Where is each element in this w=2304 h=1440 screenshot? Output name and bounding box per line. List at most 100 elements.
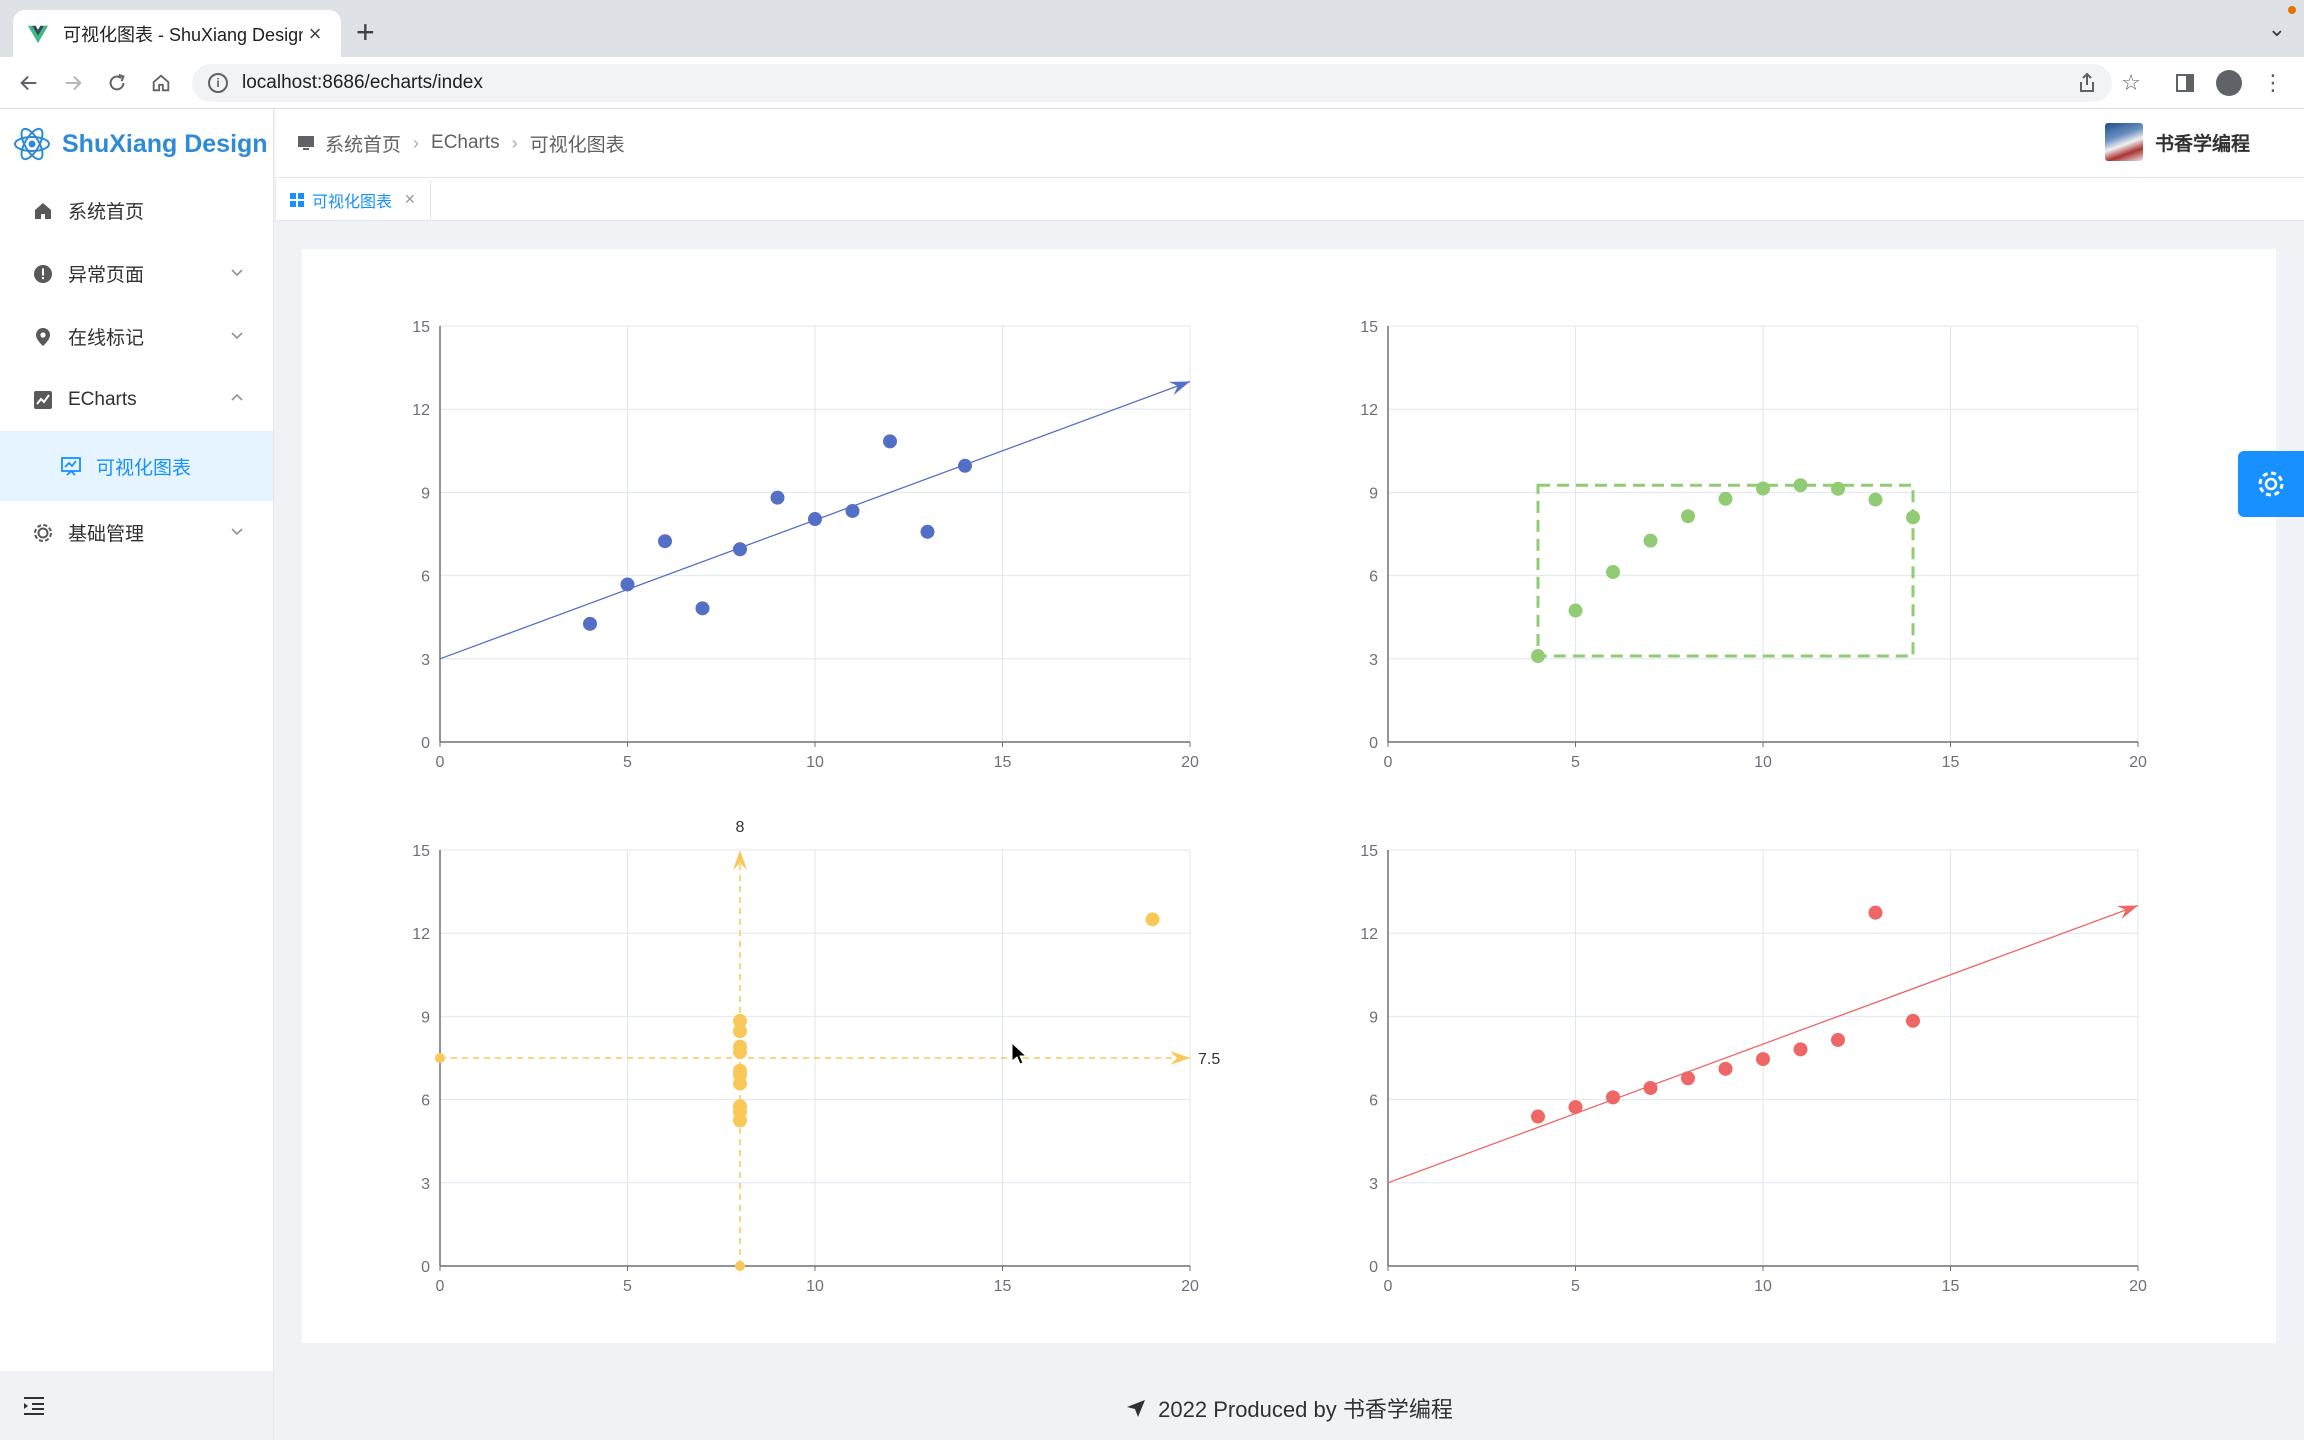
sidebar-item-label: 基础管理 — [68, 524, 145, 545]
monitor-icon — [298, 136, 314, 150]
gear-icon — [32, 522, 54, 544]
y-tick-label: 15 — [412, 843, 430, 860]
tags-bar: 可视化图表 ✕ — [275, 177, 2304, 221]
page-footer: 2022 Produced by 书香学编程 — [275, 1375, 2304, 1440]
x-tick-label: 20 — [1181, 1278, 1199, 1295]
sidebar-item-online-marker[interactable]: 在线标记 — [0, 305, 273, 368]
tab-close-icon[interactable]: × — [303, 21, 327, 47]
settings-button[interactable] — [2238, 451, 2304, 517]
y-tick-label: 0 — [1369, 735, 1378, 752]
browser-tab-title: 可视化图表 - ShuXiang Design — [63, 24, 303, 45]
send-icon — [1127, 1399, 1146, 1417]
breadcrumb-separator-icon: › — [511, 132, 518, 153]
y-tick-label: 3 — [1369, 652, 1378, 669]
logo[interactable]: ShuXiang Design — [0, 109, 273, 179]
scatter-point — [1906, 1013, 1920, 1028]
x-tick-label: 15 — [994, 754, 1012, 771]
sidebar-item-label: 可视化图表 — [96, 457, 192, 479]
breadcrumb-item-current: 可视化图表 — [529, 134, 625, 156]
side-panel-icon[interactable] — [2168, 66, 2202, 100]
new-tab-icon[interactable]: + — [356, 14, 375, 50]
y-tick-label: 6 — [421, 569, 430, 586]
browser-menu-icon[interactable]: ⋮ — [2256, 66, 2290, 100]
browser-tab[interactable]: 可视化图表 - ShuXiang Design × — [13, 10, 341, 57]
charts-panel: 0 3 6 9 12 15 0 5 10 15 20 0 3 6 9 12 15 0 5 10 15 20 0 3 6 9 12 15… — [302, 249, 2276, 1343]
scatter-point — [1718, 491, 1733, 506]
close-icon[interactable]: ✕ — [404, 191, 416, 208]
menu-fold-icon — [24, 1396, 44, 1415]
y-tick-label: 12 — [412, 926, 430, 943]
back-arrow-icon[interactable] — [12, 66, 46, 100]
scatter-point — [1568, 1100, 1583, 1115]
app-header: 系统首页 › ECharts › 可视化图表 书香学编程 — [275, 109, 2304, 177]
tab-search-chevron-icon[interactable]: ⌄ — [2268, 16, 2286, 42]
y-tick-label: 6 — [1369, 569, 1378, 586]
collapse-sidebar-button[interactable] — [0, 1371, 273, 1440]
share-icon[interactable] — [2070, 66, 2104, 100]
scatter-point — [583, 616, 597, 631]
bookmark-star-icon[interactable]: ☆ — [2114, 66, 2148, 100]
scatter-point — [1145, 912, 1160, 927]
y-tick-label: 9 — [421, 1009, 430, 1026]
atom-logo-icon — [14, 127, 50, 161]
scatter-point — [1606, 564, 1620, 579]
scatter-point — [1531, 1109, 1545, 1124]
reload-icon[interactable] — [100, 66, 134, 100]
site-info-icon[interactable]: i — [208, 73, 228, 93]
scatter-point — [733, 1039, 747, 1054]
mark-line-start — [735, 1261, 745, 1271]
scatter-chart-4: 0 3 6 9 12 15 0 5 10 15 20 — [1360, 843, 2147, 1295]
y-tick-label: 9 — [1369, 485, 1378, 502]
scatter-chart-1: 0 3 6 9 12 15 0 5 10 15 20 — [412, 319, 1199, 771]
forward-arrow-icon[interactable] — [56, 66, 90, 100]
scatter-point — [958, 458, 972, 473]
x-tick-label: 20 — [2129, 754, 2147, 771]
presentation-icon — [60, 455, 82, 477]
x-tick-label: 5 — [1571, 1278, 1580, 1295]
scatter-point — [1568, 603, 1583, 618]
mark-line-label: 8 — [736, 819, 745, 836]
exclamation-icon — [32, 263, 54, 285]
scatter-point — [883, 434, 897, 449]
sidebar-item-visual-charts[interactable]: 可视化图表 — [0, 431, 273, 501]
scatter-point — [1756, 481, 1770, 496]
location-pin-icon — [32, 326, 54, 348]
breadcrumb-item[interactable]: ECharts — [431, 132, 500, 154]
y-tick-label: 12 — [1360, 926, 1378, 943]
user-menu[interactable]: 书香学编程 — [2104, 123, 2250, 161]
chevron-down-icon — [231, 332, 243, 340]
profile-icon[interactable] — [2212, 66, 2246, 100]
scatter-point — [733, 1104, 747, 1119]
x-tick-label: 0 — [436, 754, 445, 771]
scatter-point — [695, 601, 710, 616]
scatter-point — [920, 524, 935, 539]
scatter-point — [1831, 481, 1845, 496]
scatter-point — [1531, 649, 1545, 664]
scatter-point — [1868, 905, 1883, 920]
footer-text: 2022 Produced by 书香学编程 — [1158, 1396, 1453, 1422]
breadcrumb: 系统首页 › ECharts › 可视化图表 — [297, 130, 625, 157]
x-tick-label: 10 — [806, 754, 824, 771]
sidebar-item-error-pages[interactable]: 异常页面 — [0, 242, 273, 305]
logo-text: ShuXiang Design — [62, 129, 268, 158]
tag-visual-charts[interactable]: 可视化图表 ✕ — [275, 180, 431, 219]
scatter-point — [1606, 1090, 1620, 1105]
chevron-up-icon — [231, 393, 243, 401]
scatter-point — [1643, 1080, 1658, 1095]
chevron-down-icon — [231, 269, 243, 277]
scatter-point — [808, 512, 822, 527]
scatter-point — [1643, 533, 1658, 548]
breadcrumb-item[interactable]: 系统首页 — [325, 130, 401, 157]
x-tick-label: 20 — [2129, 1278, 2147, 1295]
avatar[interactable] — [2104, 123, 2143, 161]
mark-area — [1536, 483, 1915, 658]
sidebar-item-echarts[interactable]: ECharts — [0, 368, 273, 431]
sidebar-item-basic-management[interactable]: 基础管理 — [0, 501, 273, 564]
x-tick-label: 20 — [1181, 754, 1199, 771]
scatter-point — [733, 1067, 747, 1082]
scatter-point — [1681, 1071, 1695, 1086]
home-icon — [32, 200, 54, 222]
sidebar-item-home[interactable]: 系统首页 — [0, 179, 273, 242]
home-icon[interactable] — [144, 66, 178, 100]
address-bar[interactable]: i localhost:8686/echarts/index — [192, 64, 2112, 102]
